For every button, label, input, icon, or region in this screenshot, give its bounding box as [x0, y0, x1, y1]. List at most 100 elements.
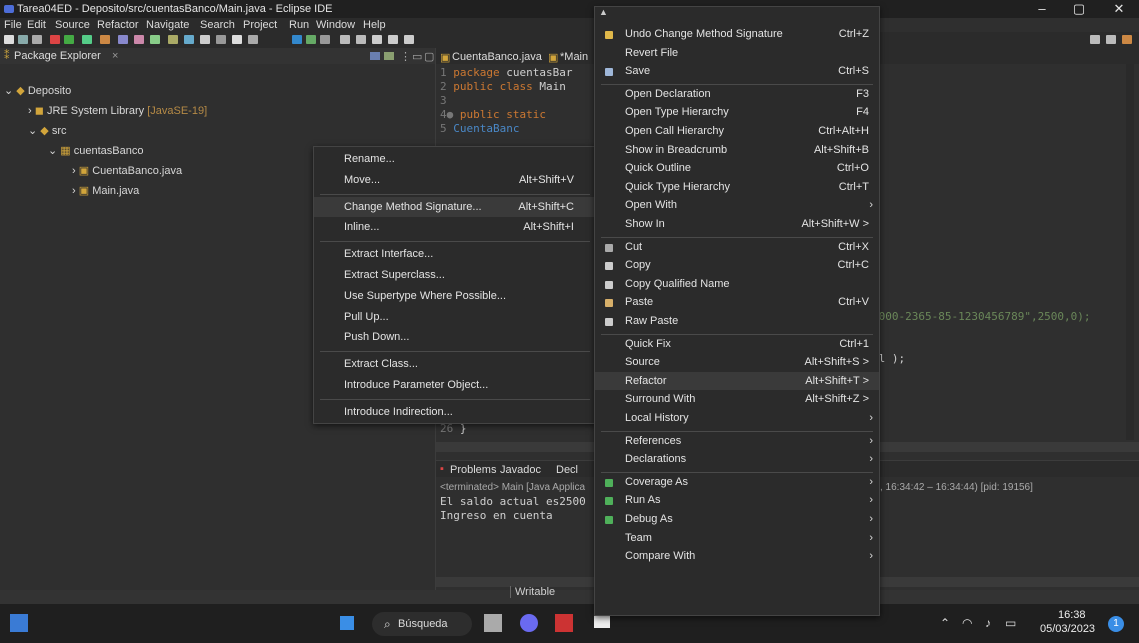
menu-item-move[interactable]: Move... Alt+Shift+V	[314, 170, 596, 191]
clock-time[interactable]: 16:38	[1058, 609, 1086, 621]
toolbar-search-icon[interactable]	[1090, 35, 1100, 44]
collapse-all-icon[interactable]	[370, 52, 380, 60]
menu-item-use-supertype-where-possible[interactable]: Use Supertype Where Possible...	[314, 286, 596, 307]
external-tools-icon[interactable]	[100, 35, 110, 44]
minimize-button[interactable]: –	[1027, 0, 1057, 18]
new-icon[interactable]	[4, 35, 14, 44]
menu-project[interactable]: Project	[243, 19, 277, 31]
menu-item-push-down[interactable]: Push Down...	[314, 327, 596, 348]
menu-item-show-in-breadcrumb[interactable]: Show in Breadcrumb Alt+Shift+B	[595, 141, 879, 160]
open-task-icon[interactable]	[184, 35, 194, 44]
tree-project[interactable]: ⌄ ◆ Deposito	[4, 84, 71, 97]
coverage-icon[interactable]	[82, 35, 92, 44]
menu-item-compare-with[interactable]: Compare With ›	[595, 547, 879, 566]
menu-item-pull-up[interactable]: Pull Up...	[314, 307, 596, 328]
toggle-mark-icon[interactable]	[232, 35, 242, 44]
menu-search[interactable]: Search	[200, 19, 235, 31]
search-icon[interactable]	[200, 35, 210, 44]
menu-window[interactable]: Window	[316, 19, 355, 31]
chat-icon[interactable]	[520, 614, 538, 632]
annotation-icon[interactable]	[216, 35, 226, 44]
menu-help[interactable]: Help	[363, 19, 386, 31]
menu-navigate[interactable]: Navigate	[146, 19, 189, 31]
tree-package[interactable]: ⌄ ▦ cuentasBanco	[48, 144, 143, 157]
menu-item-source[interactable]: Source Alt+Shift+S >	[595, 353, 879, 372]
start-icon[interactable]	[340, 616, 354, 630]
pdf-reader-icon[interactable]	[555, 614, 573, 632]
debug-icon[interactable]	[50, 35, 60, 44]
menu-item-open-type-hierarchy[interactable]: Open Type Hierarchy F4	[595, 103, 879, 122]
wifi-icon[interactable]: ◠	[962, 616, 972, 630]
menu-item-team[interactable]: Team ›	[595, 529, 879, 548]
menu-item-cut[interactable]: Cut Ctrl+X	[595, 238, 879, 257]
maximize-view-icon[interactable]: ▢	[424, 50, 434, 63]
close-button[interactable]: ✕	[1104, 0, 1134, 18]
java-perspective-icon[interactable]	[1122, 35, 1132, 44]
maximize-button[interactable]: ▢	[1064, 0, 1094, 18]
package-explorer-title[interactable]: Package Explorer	[14, 50, 101, 62]
prev-annotation-icon[interactable]	[356, 35, 366, 44]
menu-file[interactable]: File	[4, 19, 22, 31]
menu-item-surround-with[interactable]: Surround With Alt+Shift+Z >	[595, 390, 879, 409]
menu-item-raw-paste[interactable]: Raw Paste	[595, 312, 879, 331]
menu-item-rename[interactable]: Rename...	[314, 149, 596, 170]
menu-edit[interactable]: Edit	[27, 19, 46, 31]
menu-item-undo-change-method-signature[interactable]: Undo Change Method Signature Ctrl+Z	[595, 25, 879, 44]
menu-item-open-declaration[interactable]: Open Declaration F3	[595, 85, 879, 104]
notification-badge[interactable]: 1	[1108, 616, 1124, 632]
menu-item-revert-file[interactable]: Revert File	[595, 44, 879, 63]
menu-item-references[interactable]: References ›	[595, 432, 879, 451]
menu-item-coverage-as[interactable]: Coverage As ›	[595, 473, 879, 492]
menu-run[interactable]: Run	[289, 19, 309, 31]
tab-main[interactable]: *Main	[560, 51, 588, 63]
back-icon[interactable]	[372, 35, 382, 44]
view-menu-icon[interactable]: ⋮	[400, 50, 411, 63]
block-selection-icon[interactable]	[248, 35, 258, 44]
minimize-view-icon[interactable]: ▭	[412, 50, 422, 63]
outline-icon[interactable]	[306, 35, 316, 44]
menu-item-debug-as[interactable]: Debug As ›	[595, 510, 879, 529]
tab-cuentabanco[interactable]: CuentaBanco.java	[452, 51, 542, 63]
tree-jre-library[interactable]: › ◼ JRE System Library [JavaSE-19]	[28, 104, 207, 117]
editor-icon[interactable]	[292, 35, 302, 44]
tab-javadoc[interactable]: Javadoc	[500, 464, 541, 476]
tray-chevron-icon[interactable]: ⌃	[940, 616, 950, 630]
menu-item-quick-outline[interactable]: Quick Outline Ctrl+O	[595, 159, 879, 178]
perspective-icon[interactable]	[1106, 35, 1116, 44]
forward-icon[interactable]	[388, 35, 398, 44]
menu-item-save[interactable]: Save Ctrl+S	[595, 62, 879, 81]
save-icon[interactable]	[18, 35, 28, 44]
menu-item-declarations[interactable]: Declarations ›	[595, 450, 879, 469]
menu-refactor[interactable]: Refactor	[97, 19, 139, 31]
menu-item-extract-interface[interactable]: Extract Interface...	[314, 244, 596, 265]
menu-item-local-history[interactable]: Local History ›	[595, 409, 879, 428]
tab-declaration[interactable]: Decl	[556, 464, 578, 476]
link-editor-icon[interactable]	[384, 52, 394, 60]
volume-icon[interactable]: ♪	[985, 616, 991, 630]
menu-item-run-as[interactable]: Run As ›	[595, 491, 879, 510]
package-explorer-close-icon[interactable]: ×	[112, 50, 118, 62]
menu-item-extract-class[interactable]: Extract Class...	[314, 354, 596, 375]
tree-file-main[interactable]: › ▣ Main.java	[72, 184, 139, 197]
menu-item-introduce-parameter-object[interactable]: Introduce Parameter Object...	[314, 375, 596, 396]
menu-item-inline[interactable]: Inline... Alt+Shift+I	[314, 217, 596, 238]
menu-item-open-with[interactable]: Open With ›	[595, 196, 879, 215]
new-java-project-icon[interactable]	[118, 35, 128, 44]
new-class-icon[interactable]	[150, 35, 160, 44]
task-view-icon[interactable]	[484, 614, 502, 632]
clock-date[interactable]: 05/03/2023	[1040, 623, 1095, 635]
editor-vertical-scrollbar[interactable]	[1126, 64, 1134, 440]
pin-icon[interactable]	[320, 35, 330, 44]
open-type-icon[interactable]	[168, 35, 178, 44]
tree-file-cuentabanco[interactable]: › ▣ CuentaBanco.java	[72, 164, 182, 177]
menu-item-paste[interactable]: Paste Ctrl+V	[595, 293, 879, 312]
menu-item-introduce-indirection[interactable]: Introduce Indirection...	[314, 402, 596, 423]
menu-item-quick-type-hierarchy[interactable]: Quick Type Hierarchy Ctrl+T	[595, 178, 879, 197]
menu-source[interactable]: Source	[55, 19, 90, 31]
scroll-up-icon[interactable]: ▲	[599, 7, 609, 17]
menu-item-show-in[interactable]: Show In Alt+Shift+W >	[595, 215, 879, 234]
menu-item-quick-fix[interactable]: Quick Fix Ctrl+1	[595, 335, 879, 354]
new-package-icon[interactable]	[134, 35, 144, 44]
menu-item-copy-qualified-name[interactable]: Copy Qualified Name	[595, 275, 879, 294]
tree-src[interactable]: ⌄ ◆ src	[28, 124, 66, 137]
